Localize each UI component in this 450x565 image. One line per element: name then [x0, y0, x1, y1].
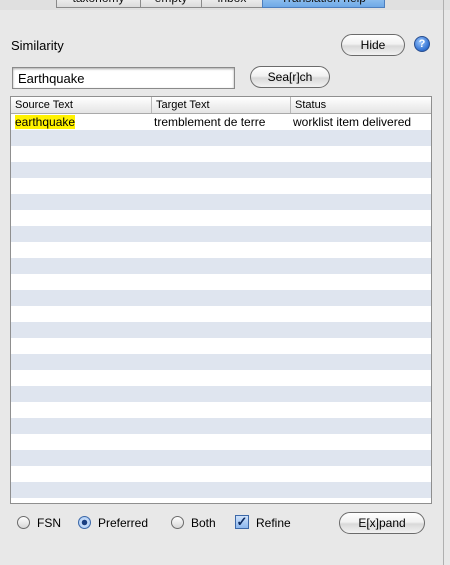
empty-table-row	[11, 306, 431, 322]
both-label: Both	[191, 516, 216, 530]
empty-table-row	[11, 402, 431, 418]
empty-table-row	[11, 146, 431, 162]
empty-table-row	[11, 258, 431, 274]
table-cell-source: earthquake	[13, 114, 153, 130]
empty-table-row	[11, 194, 431, 210]
both-radio[interactable]	[171, 516, 184, 529]
table-cell-status: worklist item delivered	[291, 114, 431, 130]
tab-translation-help[interactable]: Translation help	[262, 0, 385, 8]
empty-table-row	[11, 322, 431, 338]
column-header-source-text[interactable]: Source Text	[11, 97, 152, 113]
empty-table-row	[11, 338, 431, 354]
table-cell-text: worklist item delivered	[293, 115, 412, 129]
refine-checkbox[interactable]: ✓	[235, 515, 249, 529]
empty-table-row	[11, 210, 431, 226]
empty-table-row	[11, 482, 431, 498]
panel-title: Similarity	[11, 38, 64, 53]
search-button[interactable]: Sea[r]ch	[250, 66, 330, 88]
panel-right-border	[443, 0, 444, 565]
fsn-label: FSN	[37, 516, 61, 530]
empty-table-row	[11, 418, 431, 434]
tab-strip: taxonomy empty inbox Translation help	[0, 0, 450, 10]
tab-inbox[interactable]: inbox	[201, 0, 263, 8]
results-table[interactable]: Source Text Target Text Status earthquak…	[10, 96, 432, 504]
empty-table-row	[11, 386, 431, 402]
empty-table-row	[11, 242, 431, 258]
empty-table-row	[11, 450, 431, 466]
column-header-target-text[interactable]: Target Text	[152, 97, 291, 113]
empty-table-row	[11, 274, 431, 290]
empty-table-row	[11, 162, 431, 178]
empty-table-row	[11, 354, 431, 370]
hide-button[interactable]: Hide	[341, 34, 405, 56]
table-cell-text: tremblement de terre	[154, 115, 266, 129]
help-icon[interactable]: ?	[414, 36, 430, 52]
expand-button[interactable]: E[x]pand	[339, 512, 425, 534]
empty-table-row	[11, 434, 431, 450]
empty-table-row	[11, 178, 431, 194]
preferred-label: Preferred	[98, 516, 149, 530]
refine-label: Refine	[256, 516, 291, 530]
fsn-radio[interactable]	[17, 516, 30, 529]
tab-taxonomy[interactable]: taxonomy	[56, 0, 141, 8]
table-cell-target: tremblement de terre	[152, 114, 293, 130]
table-cell-text: earthquake	[15, 115, 76, 129]
column-header-status[interactable]: Status	[291, 97, 431, 113]
preferred-radio[interactable]	[78, 516, 91, 529]
search-input[interactable]	[12, 67, 235, 89]
empty-table-row	[11, 130, 431, 146]
empty-table-row	[11, 370, 431, 386]
tab-empty[interactable]: empty	[140, 0, 202, 8]
table-header: Source Text Target Text Status	[11, 97, 431, 114]
table-row[interactable]: earthquake tremblement de terre worklist i…	[11, 114, 431, 130]
empty-table-row	[11, 466, 431, 482]
empty-table-row	[11, 226, 431, 242]
empty-table-row	[11, 290, 431, 306]
